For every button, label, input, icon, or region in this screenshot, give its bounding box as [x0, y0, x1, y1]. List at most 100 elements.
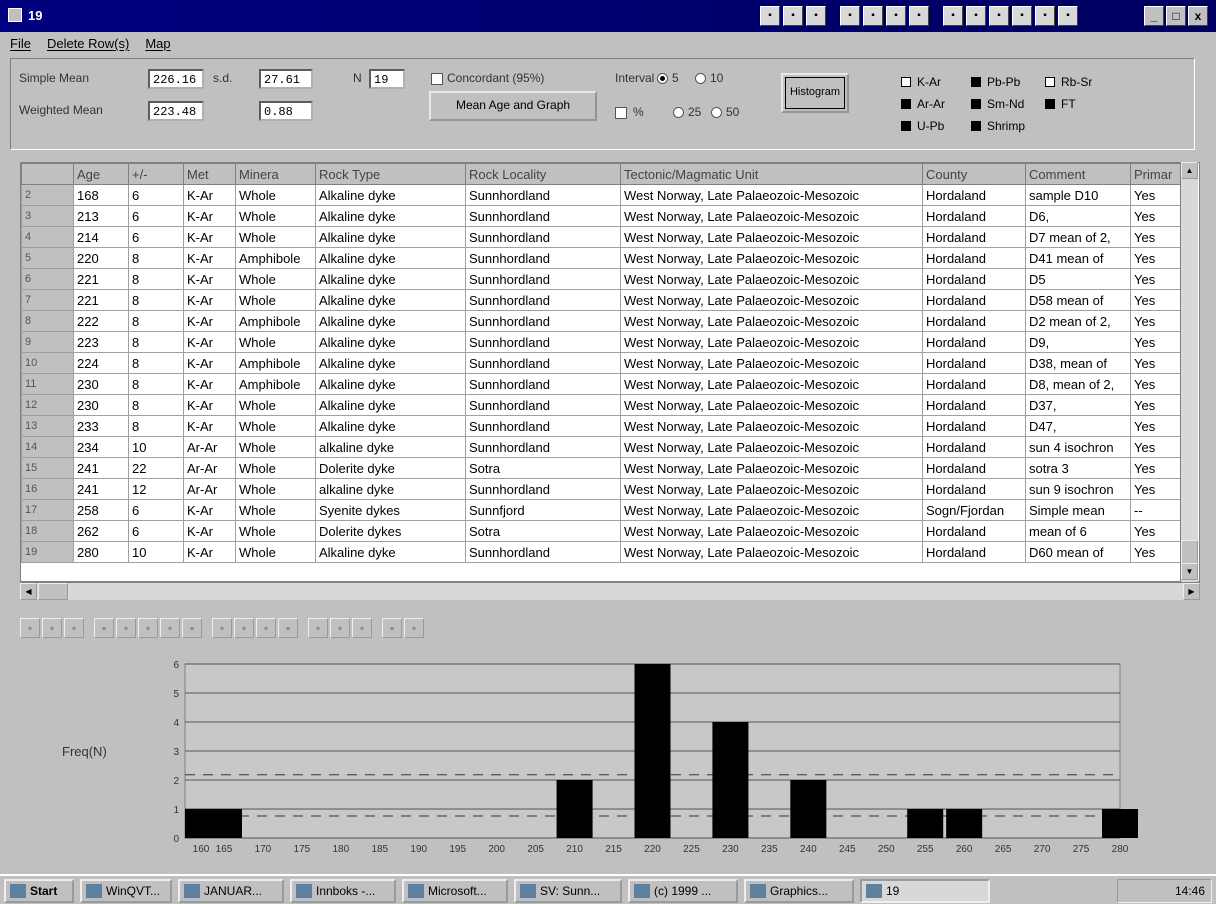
table-row[interactable]: 8 222 8 K-Ar Amphibole Alkaline dyke Sunnhordl…	[21, 310, 1181, 332]
table-cell[interactable]: Hordaland	[922, 184, 1026, 206]
taskbar-item[interactable]: Microsoft...	[402, 879, 508, 903]
xy-icon[interactable]: ▫	[234, 618, 254, 638]
interval-radio-5[interactable]	[657, 73, 668, 84]
table-cell[interactable]: Hordaland	[922, 289, 1026, 311]
table-cell[interactable]: West Norway, Late Palaeozoic-Mesozoic	[620, 226, 923, 248]
chart-icon[interactable]: ▪	[909, 6, 929, 26]
row-number[interactable]: 18	[21, 520, 74, 542]
table-cell[interactable]: 168	[73, 184, 129, 206]
row-number[interactable]: 13	[21, 415, 74, 437]
table-cell[interactable]: Hordaland	[922, 415, 1026, 437]
table-cell[interactable]: Hordaland	[922, 268, 1026, 290]
table-cell[interactable]: Yes	[1130, 541, 1181, 563]
table-cell[interactable]: Sunnhordland	[465, 415, 621, 437]
table-cell[interactable]: Hordaland	[922, 457, 1026, 479]
method-box-icon[interactable]	[901, 77, 911, 87]
table-cell[interactable]: West Norway, Late Palaeozoic-Mesozoic	[620, 184, 923, 206]
table-row[interactable]: 9 223 8 K-Ar Whole Alkaline dyke Sunnhordland W…	[21, 331, 1181, 353]
method-box-icon[interactable]	[971, 99, 981, 109]
column-header[interactable]	[21, 163, 74, 185]
taskbar-item[interactable]: JANUAR...	[178, 879, 284, 903]
method-box-icon[interactable]	[1045, 99, 1055, 109]
table-row[interactable]: 15 241 22 Ar-Ar Whole Dolerite dyke Sotra West …	[21, 457, 1181, 479]
table-cell[interactable]: D60 mean of	[1025, 541, 1131, 563]
table-cell[interactable]: Yes	[1130, 226, 1181, 248]
doc-icon[interactable]: ▪	[989, 6, 1009, 26]
table-cell[interactable]: Whole	[235, 289, 316, 311]
table-cell[interactable]: Alkaline dyke	[315, 268, 466, 290]
weighted-mean-field[interactable]: 223.48	[148, 101, 204, 121]
column-header[interactable]: Rock Locality	[465, 163, 621, 185]
table-cell[interactable]: Sunnhordland	[465, 331, 621, 353]
abc-icon[interactable]: ▫	[116, 618, 136, 638]
table-cell[interactable]: 241	[73, 478, 129, 500]
table-cell[interactable]: mean of 6	[1025, 520, 1131, 542]
legend-icon[interactable]: ▫	[138, 618, 158, 638]
table-row[interactable]: 4 214 6 K-Ar Whole Alkaline dyke Sunnhordland W…	[21, 226, 1181, 248]
column-header[interactable]: Rock Type	[315, 163, 466, 185]
3d-icon[interactable]: ▫	[160, 618, 180, 638]
table-cell[interactable]: 241	[73, 457, 129, 479]
table-cell[interactable]: Whole	[235, 499, 316, 521]
table-cell[interactable]: K-Ar	[183, 499, 236, 521]
table-cell[interactable]: Alkaline dyke	[315, 331, 466, 353]
table-cell[interactable]: Ar-Ar	[183, 457, 236, 479]
row-number[interactable]: 6	[21, 268, 74, 290]
table-row[interactable]: 16 241 12 Ar-Ar Whole alkaline dyke Sunnhordla…	[21, 478, 1181, 500]
table-cell[interactable]: 8	[128, 415, 184, 437]
table-cell[interactable]: Sunnfjord	[465, 499, 621, 521]
table-cell[interactable]: Alkaline dyke	[315, 373, 466, 395]
palette-icon[interactable]: ▫	[330, 618, 350, 638]
table-cell[interactable]: Alkaline dyke	[315, 415, 466, 437]
table-cell[interactable]: Yes	[1130, 457, 1181, 479]
table-cell[interactable]: Yes	[1130, 436, 1181, 458]
table-cell[interactable]: West Norway, Late Palaeozoic-Mesozoic	[620, 541, 923, 563]
table-cell[interactable]: West Norway, Late Palaeozoic-Mesozoic	[620, 310, 923, 332]
table-cell[interactable]: West Norway, Late Palaeozoic-Mesozoic	[620, 499, 923, 521]
table-cell[interactable]: Yes	[1130, 373, 1181, 395]
table-cell[interactable]: 223	[73, 331, 129, 353]
table-cell[interactable]: Sunnhordland	[465, 226, 621, 248]
mean-age-graph-button[interactable]: Mean Age and Graph	[429, 91, 597, 121]
table-cell[interactable]: 8	[128, 331, 184, 353]
table-cell[interactable]: Sunnhordland	[465, 352, 621, 374]
method-box-icon[interactable]	[901, 121, 911, 131]
list-icon[interactable]: ▫	[94, 618, 114, 638]
table-cell[interactable]: West Norway, Late Palaeozoic-Mesozoic	[620, 352, 923, 374]
table-cell[interactable]: 8	[128, 352, 184, 374]
row-number[interactable]: 15	[21, 457, 74, 479]
table-cell[interactable]: K-Ar	[183, 394, 236, 416]
table-cell[interactable]: Sunnhordland	[465, 436, 621, 458]
table-cell[interactable]: Amphibole	[235, 373, 316, 395]
table-cell[interactable]: Yes	[1130, 247, 1181, 269]
table-cell[interactable]: Yes	[1130, 352, 1181, 374]
scroll-down-arrow-icon[interactable]: ▼	[1181, 563, 1198, 580]
table-cell[interactable]: Yes	[1130, 184, 1181, 206]
table-cell[interactable]: Yes	[1130, 520, 1181, 542]
table-cell[interactable]: Whole	[235, 541, 316, 563]
graph-icon[interactable]: ▪	[1012, 6, 1032, 26]
table-cell[interactable]: Hordaland	[922, 310, 1026, 332]
table-cell[interactable]: Yes	[1130, 310, 1181, 332]
table-cell[interactable]: Hordaland	[922, 226, 1026, 248]
table-cell[interactable]: Hordaland	[922, 478, 1026, 500]
table-cell[interactable]: West Norway, Late Palaeozoic-Mesozoic	[620, 457, 923, 479]
table-cell[interactable]: sotra 3	[1025, 457, 1131, 479]
table-cell[interactable]: D47,	[1025, 415, 1131, 437]
row-number[interactable]: 4	[21, 226, 74, 248]
column-header[interactable]: Primar	[1130, 163, 1181, 185]
app-icon[interactable]	[8, 8, 22, 22]
method-box-icon[interactable]	[971, 77, 981, 87]
table-cell[interactable]: West Norway, Late Palaeozoic-Mesozoic	[620, 373, 923, 395]
table-cell[interactable]: D2 mean of 2,	[1025, 310, 1131, 332]
table-cell[interactable]: Sunnhordland	[465, 289, 621, 311]
concordant-checkbox[interactable]	[431, 73, 443, 85]
table-cell[interactable]: West Norway, Late Palaeozoic-Mesozoic	[620, 520, 923, 542]
table-cell[interactable]: Sunnhordland	[465, 310, 621, 332]
table-cell[interactable]: Alkaline dyke	[315, 247, 466, 269]
table-row[interactable]: 6 221 8 K-Ar Whole Alkaline dyke Sunnhordland W…	[21, 268, 1181, 290]
table-cell[interactable]: 233	[73, 415, 129, 437]
table-cell[interactable]: Whole	[235, 520, 316, 542]
table-cell[interactable]: Whole	[235, 415, 316, 437]
column-header[interactable]: Minera	[235, 163, 316, 185]
